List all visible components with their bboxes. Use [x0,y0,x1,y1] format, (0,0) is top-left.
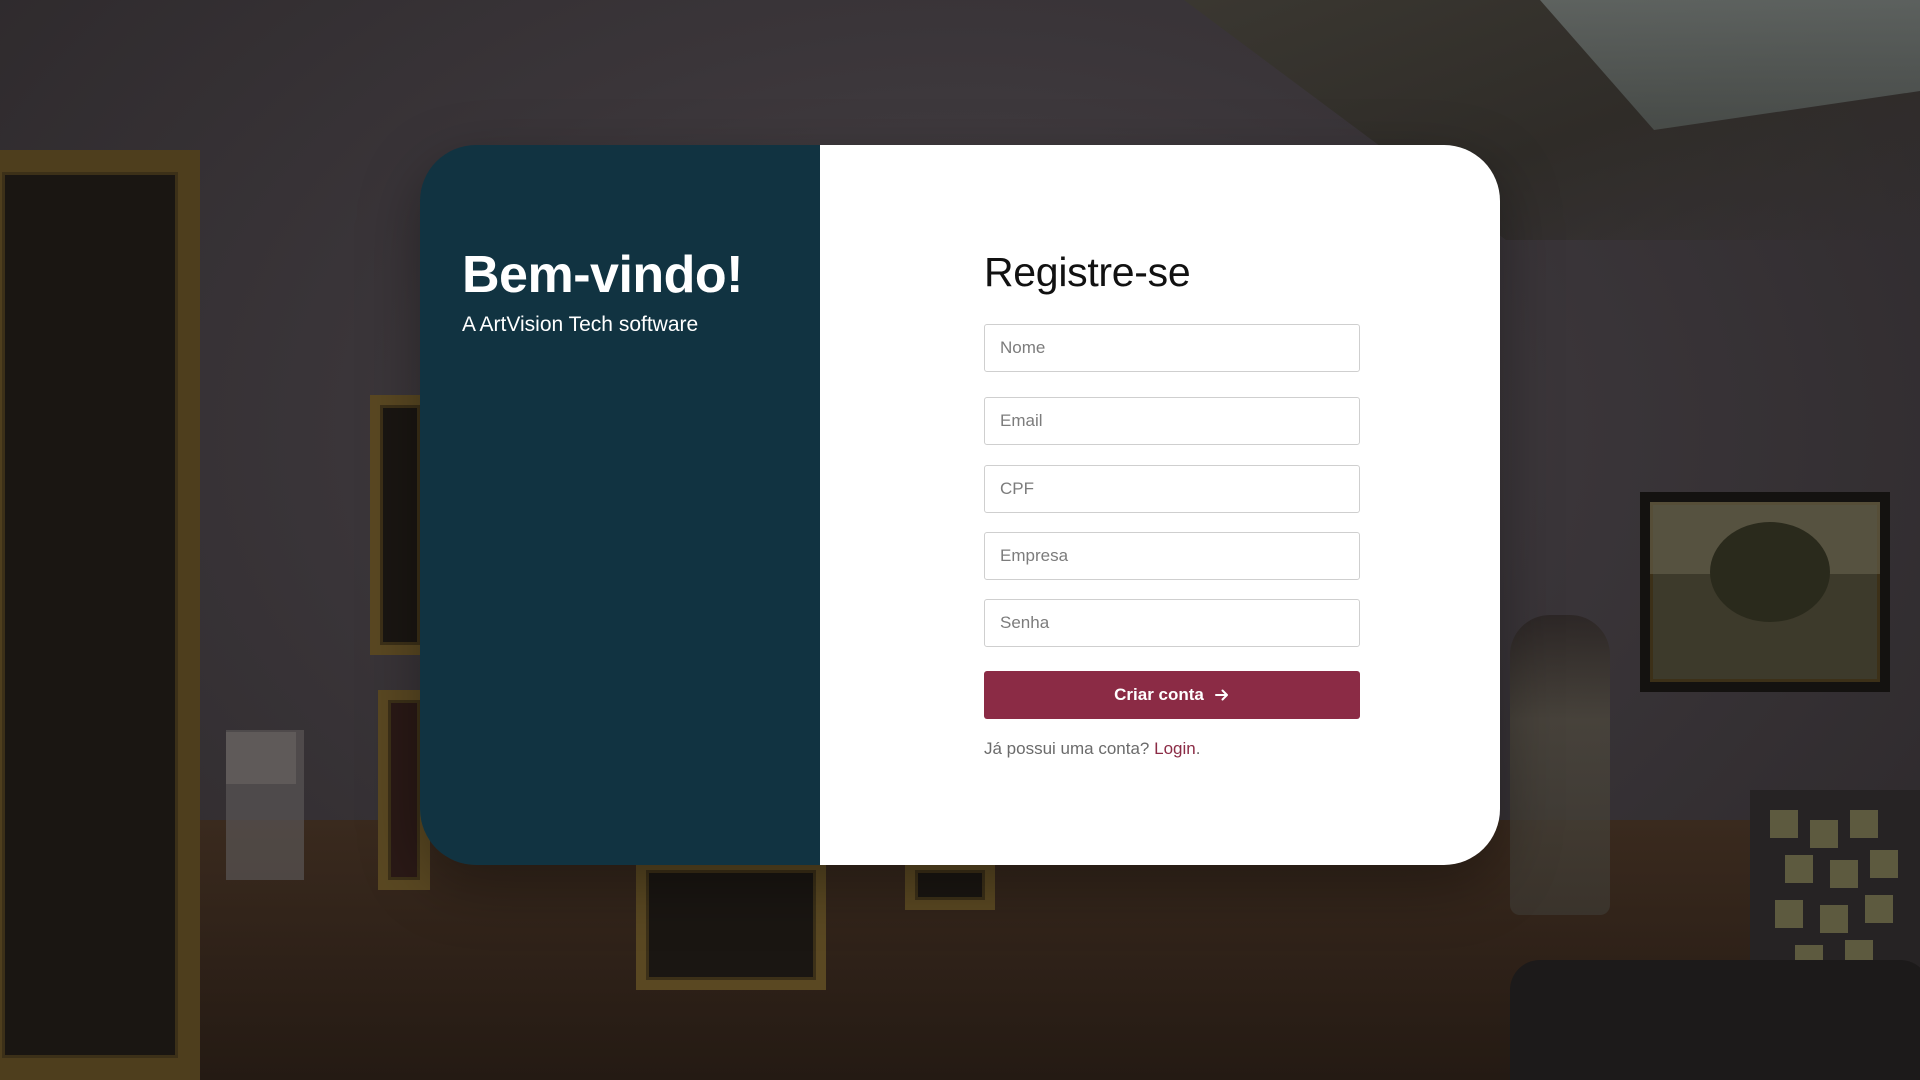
painting-frame [905,860,995,910]
login-prompt-line: Já possui uma conta? Login. [984,739,1500,759]
create-account-button[interactable]: Criar conta [984,671,1360,719]
painting-frame [636,860,826,990]
sticky-note [1865,895,1893,923]
register-form-panel: Registre-se Criar conta Já possui uma co… [820,145,1500,865]
login-link[interactable]: Login [1154,739,1196,758]
visitor-figure [1510,615,1610,915]
painting-frame [0,150,200,1080]
landscape-painting [1640,492,1890,692]
welcome-subtitle: A ArtVision Tech software [462,312,699,336]
welcome-panel: Bem-vindo! A ArtVision Tech software [420,145,820,865]
sticky-note [1870,850,1898,878]
sticky-note [1770,810,1798,838]
sticky-note [1850,810,1878,838]
arrow-right-icon [1214,687,1230,703]
sticky-note [1820,905,1848,933]
create-account-label: Criar conta [1114,685,1204,704]
password-input[interactable] [984,599,1360,647]
gallery-bench [1510,960,1920,1080]
form-title: Registre-se [984,249,1191,295]
register-card: Bem-vindo! A ArtVision Tech software Reg… [420,145,1500,865]
register-form: Criar conta [984,324,1500,719]
email-input[interactable] [984,397,1360,445]
sticky-note [1775,900,1803,928]
sticky-note [1785,855,1813,883]
wall-plaque [226,732,296,784]
sticky-note [1830,860,1858,888]
company-input[interactable] [984,532,1360,580]
welcome-title: Bem-vindo! [462,246,744,304]
name-input[interactable] [984,324,1360,372]
sticky-note [1810,820,1838,848]
painting-tree [1710,522,1830,622]
login-prompt: Já possui uma conta? [984,739,1150,758]
cpf-input[interactable] [984,465,1360,513]
login-period: . [1195,739,1201,758]
